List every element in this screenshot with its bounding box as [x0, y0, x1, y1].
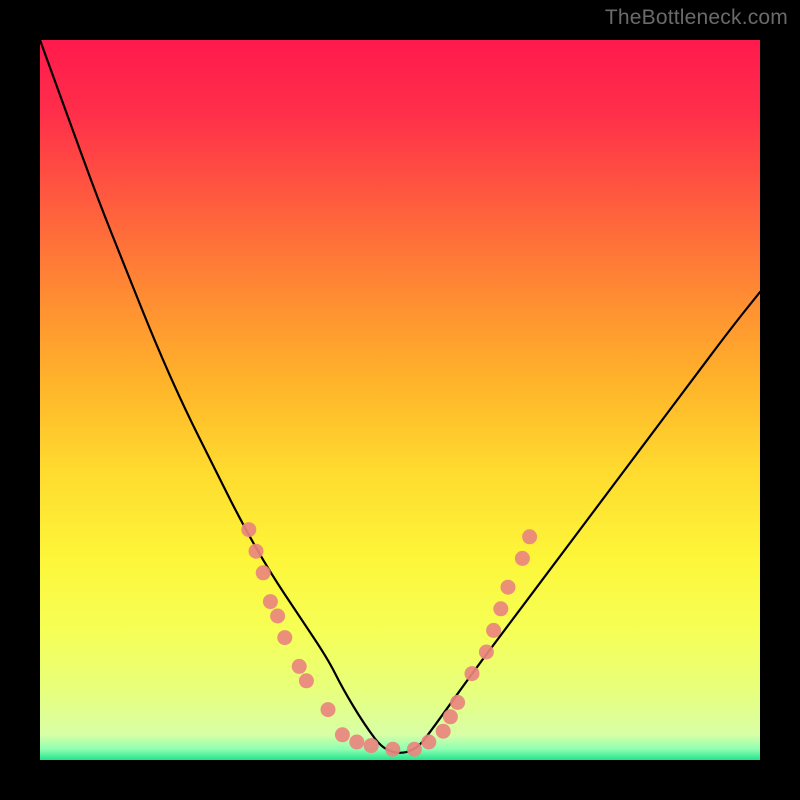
gradient-background [40, 40, 760, 760]
marker-dot [421, 735, 436, 750]
marker-dot [241, 522, 256, 537]
marker-dot [479, 645, 494, 660]
marker-dot [465, 666, 480, 681]
watermark-text: TheBottleneck.com [605, 6, 788, 30]
marker-dot [501, 580, 516, 595]
marker-dot [256, 565, 271, 580]
marker-dot [299, 673, 314, 688]
plot-area [40, 40, 760, 760]
marker-dot [321, 702, 336, 717]
marker-dot [270, 609, 285, 624]
marker-dot [515, 551, 530, 566]
marker-dot [436, 724, 451, 739]
plot-svg [40, 40, 760, 760]
marker-dot [277, 630, 292, 645]
marker-dot [450, 695, 465, 710]
marker-dot [335, 727, 350, 742]
marker-dot [364, 738, 379, 753]
marker-dot [522, 529, 537, 544]
marker-dot [263, 594, 278, 609]
marker-dot [443, 709, 458, 724]
marker-dot [493, 601, 508, 616]
marker-dot [249, 544, 264, 559]
marker-dot [486, 623, 501, 638]
marker-dot [407, 742, 422, 757]
marker-dot [292, 659, 307, 674]
chart-container: TheBottleneck.com [0, 0, 800, 800]
marker-dot [385, 742, 400, 757]
marker-dot [349, 735, 364, 750]
